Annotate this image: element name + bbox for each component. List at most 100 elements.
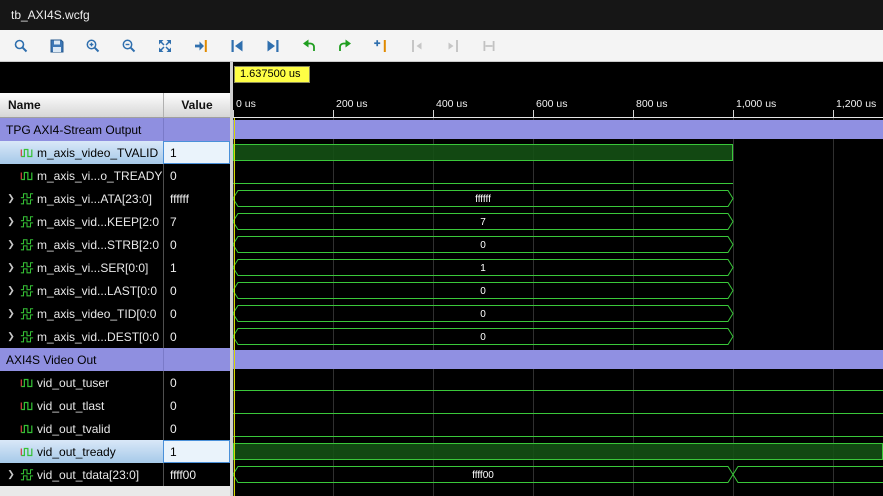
bit-signal-icon: [19, 168, 34, 183]
signal-row[interactable]: ❯m_axis_vi...o_TREADY0: [0, 164, 230, 187]
find-button[interactable]: [8, 34, 34, 58]
signal-name: m_axis_video_TVALID: [37, 145, 159, 160]
window-title: tb_AXI4S.wcfg: [0, 0, 883, 30]
bus-signal-icon: [19, 237, 34, 252]
panel-header: Name Value: [0, 93, 230, 118]
signal-name-cell: ❯ m_axis_vid...LAST[0:0: [0, 279, 163, 302]
signal-value: ffffff: [163, 187, 230, 210]
name-column-header[interactable]: Name: [0, 93, 163, 117]
bit-signal-icon: [19, 421, 34, 436]
wave-lane: [233, 118, 883, 141]
zoom-fit-button[interactable]: [152, 34, 178, 58]
signal-name: m_axis_video_TID[0:0: [37, 306, 157, 321]
svg-text:ffffff: ffffff: [475, 194, 491, 205]
main-area: Name Value TPG AXI4-Stream Output❯m_axis…: [0, 62, 883, 496]
signal-value: 1: [163, 141, 230, 164]
signal-row[interactable]: ❯vid_out_tready1: [0, 440, 230, 463]
time-ruler[interactable]: 0 us 200 us 400 us 600 us 800 us 1,000 us 1,20…: [233, 93, 883, 118]
expand-chevron-icon[interactable]: ❯: [6, 216, 16, 227]
signal-value: 0: [163, 325, 230, 348]
value-column-header[interactable]: Value: [163, 93, 230, 117]
wave-lane: [233, 394, 883, 417]
signal-name: AXI4S Video Out: [6, 352, 97, 367]
signal-name-cell: ❯vid_out_tvalid: [0, 417, 163, 440]
signal-name: TPG AXI4-Stream Output: [6, 122, 142, 137]
time-tick: [333, 110, 334, 117]
signal-row[interactable]: ❯vid_out_tuser0: [0, 371, 230, 394]
signal-name-cell: ❯vid_out_tlast: [0, 394, 163, 417]
svg-text:0: 0: [480, 309, 486, 320]
signal-value: 1: [163, 256, 230, 279]
waveform-area[interactable]: 1.637500 us 0 us 200 us 400 us 600 us 800 us…: [233, 62, 883, 496]
signal-row[interactable]: ❯ m_axis_video_TID[0:0 0: [0, 302, 230, 325]
signal-name: vid_out_tdata[23:0]: [37, 467, 140, 482]
signal-row[interactable]: ❯m_axis_video_TVALID1: [0, 141, 230, 164]
zoom-in-icon: [86, 39, 100, 52]
next-marker-button: [440, 34, 466, 58]
expand-chevron-icon[interactable]: ❯: [6, 308, 16, 319]
signal-group-row[interactable]: AXI4S Video Out: [0, 348, 230, 371]
expand-chevron-icon[interactable]: ❯: [6, 239, 16, 250]
signal-row[interactable]: ❯ m_axis_vi...ATA[23:0] ffffff: [0, 187, 230, 210]
save-wave-config-button[interactable]: [44, 34, 70, 58]
zoom-out-icon: [122, 39, 136, 52]
wave-lane: 7: [233, 210, 883, 233]
signal-value: 0: [163, 302, 230, 325]
time-tick-label: 0 us: [236, 98, 256, 110]
bus-signal-icon: [19, 306, 34, 321]
add-marker-icon: [374, 39, 386, 52]
zoom-in-button[interactable]: [80, 34, 106, 58]
bus-signal-icon: [19, 467, 34, 482]
expand-chevron-icon[interactable]: ❯: [6, 262, 16, 273]
signal-name: m_axis_vid...LAST[0:0: [37, 283, 158, 298]
signal-list: TPG AXI4-Stream Output❯m_axis_video_TVAL…: [0, 118, 230, 486]
signal-value: 0: [163, 279, 230, 302]
next-marker-icon: [448, 39, 458, 52]
signal-value: 0: [163, 371, 230, 394]
signal-row[interactable]: ❯ m_axis_vi...SER[0:0] 1: [0, 256, 230, 279]
previous-transition-button[interactable]: [224, 34, 250, 58]
signal-row[interactable]: ❯ m_axis_vid...STRB[2:0 0: [0, 233, 230, 256]
wave-lane: [233, 440, 883, 463]
expand-chevron-icon[interactable]: ❯: [6, 285, 16, 296]
green-arrow-right-icon: [339, 39, 351, 51]
go-to-end-button[interactable]: [332, 34, 358, 58]
signal-value: 0: [163, 417, 230, 440]
signal-row[interactable]: ❯ m_axis_vid...DEST[0:0 0: [0, 325, 230, 348]
signal-name-cell: ❯m_axis_video_TVALID: [0, 141, 163, 164]
expand-chevron-icon[interactable]: ❯: [6, 331, 16, 342]
signal-panel: Name Value TPG AXI4-Stream Output❯m_axis…: [0, 62, 230, 496]
cursor-line: [234, 118, 235, 496]
signal-row[interactable]: ❯ m_axis_vid...KEEP[2:0 7: [0, 210, 230, 233]
zoom-to-cursor-button[interactable]: [188, 34, 214, 58]
wave-lane: 1: [233, 256, 883, 279]
signal-row[interactable]: ❯vid_out_tvalid0: [0, 417, 230, 440]
signal-row[interactable]: ❯vid_out_tlast0: [0, 394, 230, 417]
wave-lane: [233, 348, 883, 371]
swap-cursors-icon: [483, 40, 495, 51]
signal-name: m_axis_vi...ATA[23:0]: [37, 191, 152, 206]
wave-lanes[interactable]: ffffff 7 0 1 0 0 0 ffff00: [233, 118, 883, 496]
svg-text:0: 0: [480, 286, 486, 297]
go-to-start-button[interactable]: [296, 34, 322, 58]
expand-chevron-icon[interactable]: ❯: [6, 193, 16, 204]
time-tick: [833, 110, 834, 117]
next-transition-button[interactable]: [260, 34, 286, 58]
time-tick: [233, 110, 234, 117]
bus-signal-icon: [19, 329, 34, 344]
signal-name-cell: ❯m_axis_vi...o_TREADY: [0, 164, 163, 187]
wave-lane: 0: [233, 302, 883, 325]
previous-marker-button: [404, 34, 430, 58]
add-marker-button[interactable]: [368, 34, 394, 58]
signal-name: vid_out_tready: [37, 444, 116, 459]
signal-value: 0: [163, 233, 230, 256]
expand-chevron-icon[interactable]: ❯: [6, 469, 16, 480]
zoom-fit-icon: [159, 39, 171, 52]
signal-name-cell: ❯ m_axis_vid...STRB[2:0: [0, 233, 163, 256]
signal-row[interactable]: ❯ vid_out_tdata[23:0] ffff00: [0, 463, 230, 486]
signal-name-cell: AXI4S Video Out: [0, 348, 163, 371]
green-arrow-left-icon: [303, 39, 315, 51]
signal-group-row[interactable]: TPG AXI4-Stream Output: [0, 118, 230, 141]
signal-row[interactable]: ❯ m_axis_vid...LAST[0:0 0: [0, 279, 230, 302]
zoom-out-button[interactable]: [116, 34, 142, 58]
